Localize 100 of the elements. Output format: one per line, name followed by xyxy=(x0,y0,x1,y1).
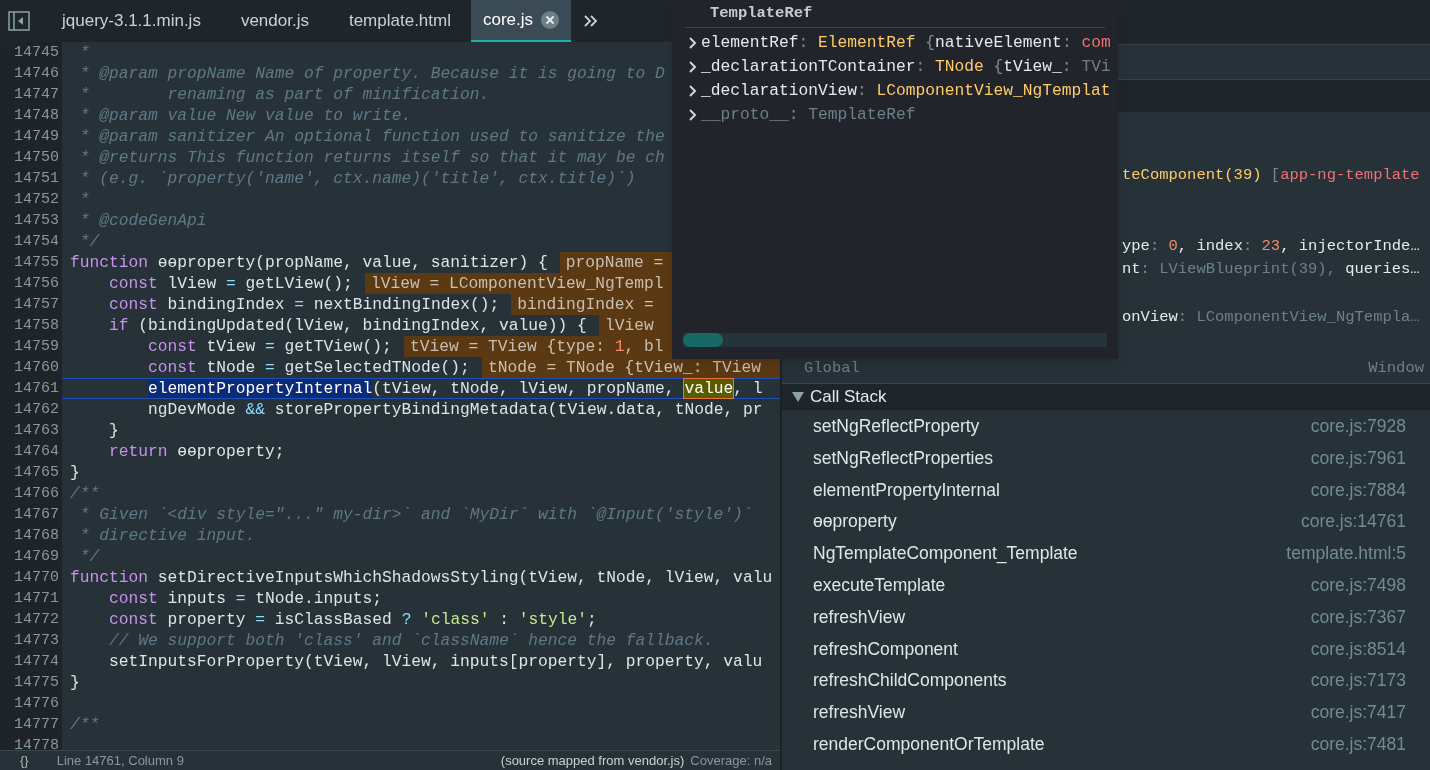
code-text: * @param propName Name of property. Because it is going to D xyxy=(78,63,665,84)
stack-frame[interactable]: renderComponentOrTemplate core.js:7481 xyxy=(782,728,1430,760)
frame-location: core.js:8514 xyxy=(1310,637,1406,661)
frame-location: core.js:7173 xyxy=(1310,669,1406,693)
code-text: * (e.g. `property('name', ctx.name)('title', ctx.title)`) xyxy=(78,168,636,189)
line-number: 14761 xyxy=(14,379,59,399)
scope-variable[interactable]: onView: LComponentView_NgTempla… xyxy=(1122,305,1420,330)
line-number: 14770 xyxy=(14,568,59,588)
code-text: * @returns This function returns itself so that it may be ch xyxy=(78,147,665,168)
line-number: 14757 xyxy=(14,295,59,315)
code-text: /** xyxy=(70,483,100,504)
line-number: 14766 xyxy=(14,484,59,504)
file-tab[interactable]: vendor.js xyxy=(220,0,329,42)
scrollbar-thumb[interactable] xyxy=(683,333,723,347)
cursor-position: Line 14761, Column 9 xyxy=(56,751,184,770)
code-text: const lView = getLView(); xyxy=(108,273,353,294)
code-text: const property = isClassBased ? 'class' : 'style'; xyxy=(108,609,597,630)
code-text: * directive input. xyxy=(78,525,256,546)
line-number: 14753 xyxy=(14,211,59,231)
chevron-icon[interactable] xyxy=(688,108,698,122)
code-text: } xyxy=(70,462,80,483)
code-text: function setDirectiveInputsWhichShadowsStyling(tView, tNode, lView, valu xyxy=(70,567,773,588)
code-text: return ɵɵproperty; xyxy=(108,441,285,462)
code-text: * xyxy=(78,42,90,63)
stack-frame[interactable]: executeTemplate core.js:7498 xyxy=(782,569,1430,601)
line-number: 14767 xyxy=(14,505,59,525)
code-text: function ɵɵproperty(propName, value, sanitizer) { xyxy=(70,252,548,273)
code-text: } xyxy=(108,420,119,441)
stack-frame[interactable]: refreshView core.js:7417 xyxy=(782,696,1430,729)
code-text: // We support both 'class' and `className` hence the fallback. xyxy=(108,630,714,651)
code-text: if (bindingUpdated(lView, bindingIndex, value)) { xyxy=(108,315,587,336)
line-number: 14774 xyxy=(14,652,59,672)
chevron-icon[interactable] xyxy=(688,60,698,74)
line-number: 14755 xyxy=(14,253,59,273)
line-number: 14764 xyxy=(14,442,59,462)
line-number: 14750 xyxy=(14,148,59,168)
coverage-label: Coverage: n/a xyxy=(690,751,772,770)
line-number: 14745 xyxy=(14,43,59,63)
line-number: 14768 xyxy=(14,526,59,546)
horizontal-scrollbar[interactable] xyxy=(683,333,1107,347)
code-text: * @param sanitizer An optional function used to sanitize the xyxy=(78,126,665,147)
sidebar-toggle-icon[interactable] xyxy=(8,11,30,31)
chevron-icon[interactable] xyxy=(688,84,698,98)
chevron-icon[interactable] xyxy=(688,36,698,50)
stack-frame[interactable]: NgTemplateComponent_Template template.html:5 xyxy=(782,537,1430,570)
close-icon[interactable] xyxy=(541,11,560,29)
line-number: 14776 xyxy=(14,694,59,714)
scope-variable[interactable]: ype: 0, index: 23, injectorInde… xyxy=(1122,234,1420,259)
line-number: 14746 xyxy=(14,64,59,84)
frame-location: core.js:7481 xyxy=(1310,732,1406,756)
line-number: 14758 xyxy=(14,316,59,336)
stack-frame[interactable]: ɵɵproperty core.js:14761 xyxy=(782,505,1430,538)
object-property[interactable]: __proto__: TemplateRef xyxy=(701,103,916,127)
code-text: const bindingIndex = nextBindingIndex(); xyxy=(108,294,500,315)
line-number: 14747 xyxy=(14,85,59,105)
more-tabs-icon[interactable] xyxy=(583,14,600,28)
stack-frame[interactable]: refreshView core.js:7367 xyxy=(782,600,1430,633)
code-text: * @param value New value to write. xyxy=(78,105,412,126)
line-number: 14771 xyxy=(14,589,59,609)
line-number: 14751 xyxy=(14,169,59,189)
object-property[interactable]: _declarationTContainer: TNode {tView_: TVi xyxy=(701,55,1111,79)
line-number: 14752 xyxy=(14,190,59,210)
code-text: const tView = getTView(); xyxy=(147,336,392,357)
scope-variable[interactable]: nt: LViewBlueprint(39), queries… xyxy=(1122,258,1420,282)
line-number: 14773 xyxy=(14,631,59,651)
stack-frame[interactable]: setNgReflectProperty core.js:7928 xyxy=(782,410,1430,442)
code-text: */ xyxy=(78,546,100,567)
stack-frame[interactable]: refreshComponent core.js:8514 xyxy=(782,632,1430,665)
code-text: * renaming as part of minification. xyxy=(78,84,490,105)
frame-location: core.js:7884 xyxy=(1310,478,1406,502)
file-tab[interactable]: jquery-3.1.1.min.js xyxy=(42,0,221,42)
scope-variable[interactable]: teComponent(39) [app-ng-template xyxy=(1122,164,1420,188)
popover-title: TemplateRef xyxy=(710,2,813,24)
pretty-print-icon[interactable]: {} xyxy=(20,750,29,770)
code-text: elementPropertyInternal(tView, tNode, lView, propName, value, l xyxy=(147,378,763,399)
frame-location: core.js:7498 xyxy=(1310,573,1406,597)
line-number: 14756 xyxy=(14,274,59,294)
frame-location: core.js:14761 xyxy=(1300,510,1406,534)
frame-location: core.js:7367 xyxy=(1310,605,1406,629)
stack-frame[interactable]: refreshChildComponents core.js:7173 xyxy=(782,664,1430,697)
line-number: 14748 xyxy=(14,106,59,126)
line-number: 14778 xyxy=(14,736,59,750)
frame-location: core.js:7928 xyxy=(1310,414,1406,438)
call-stack-header[interactable]: Call Stack xyxy=(782,384,1430,411)
scope-value: Window xyxy=(1368,357,1424,379)
object-property[interactable]: elementRef: ElementRef {nativeElement: com xyxy=(701,31,1111,55)
code-text: * Given `<div style="..." my-dir>` and `MyDir` with `@Input('style')` xyxy=(78,504,753,525)
line-number: 14754 xyxy=(14,232,59,252)
line-number: 14775 xyxy=(14,673,59,693)
file-tab[interactable]: core.js xyxy=(471,0,572,42)
caret-icon xyxy=(792,392,804,403)
line-number: 14769 xyxy=(14,547,59,567)
frame-location: template.html:5 xyxy=(1286,542,1406,566)
file-tab[interactable]: template.html xyxy=(328,0,471,42)
code-text: ngDevMode && storePropertyBindingMetadata(tView.data, tNode, pr xyxy=(147,399,763,420)
stack-frame[interactable]: elementPropertyInternal core.js:7884 xyxy=(782,473,1430,506)
object-property[interactable]: _declarationView: LComponentView_NgTemplat xyxy=(701,79,1111,103)
code-text: const tNode = getSelectedTNode(); xyxy=(147,357,470,378)
stack-frame[interactable]: setNgReflectProperties core.js:7961 xyxy=(782,441,1430,474)
frame-location: core.js:7961 xyxy=(1310,446,1406,470)
